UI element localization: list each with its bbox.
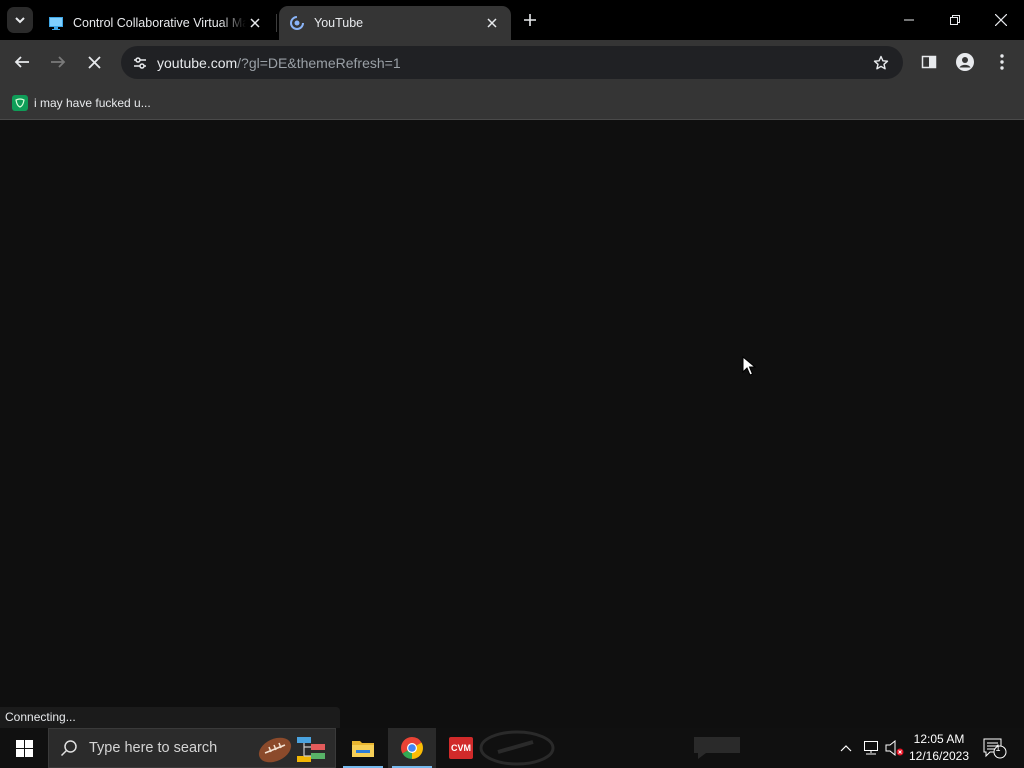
bookmark-label: i may have fucked u...: [34, 96, 151, 110]
more-vertical-icon: [1000, 54, 1004, 70]
loading-spinner-icon: [289, 15, 305, 31]
close-icon: [87, 55, 101, 69]
bookmark-favicon-icon: [12, 95, 28, 111]
back-button[interactable]: [8, 48, 36, 76]
close-tab-icon[interactable]: [483, 14, 501, 32]
screen: Control Collaborative Virtual Machine Yo…: [0, 0, 1024, 768]
volume-button[interactable]: [884, 728, 906, 768]
tab-title: YouTube: [314, 16, 364, 30]
taskbar-clock[interactable]: 12:05 AM 12/16/2023: [905, 731, 973, 765]
windows-logo-icon: [15, 739, 33, 757]
site-info-icon[interactable]: [125, 55, 155, 71]
chevron-up-icon: [840, 745, 852, 752]
taskbar: Type here to search CVM 12:05 AM 12/16/2…: [0, 728, 1024, 768]
notifications-button[interactable]: 1: [980, 728, 1010, 768]
clock-time: 12:05 AM: [913, 732, 965, 746]
search-icon: [49, 739, 89, 757]
address-bar[interactable]: youtube.com/?gl=DE&themeRefresh=1: [121, 46, 903, 79]
page-content: [0, 121, 1024, 728]
plus-icon: [524, 14, 536, 26]
forward-button[interactable]: [44, 48, 72, 76]
clock-date: 12/16/2023: [908, 749, 970, 763]
side-panel-icon: [921, 55, 937, 69]
chevron-down-icon: [15, 17, 25, 24]
arrow-left-icon: [14, 56, 29, 68]
taskbar-chat-icon: [694, 737, 740, 759]
arrow-right-icon: [51, 56, 66, 68]
volume-muted-icon: [885, 740, 904, 756]
close-tab-icon[interactable]: [246, 14, 264, 32]
minimize-icon: [904, 19, 914, 21]
taskbar-ghost-app-icon: [479, 730, 555, 766]
monitor-icon: [48, 15, 64, 31]
network-button[interactable]: [860, 728, 882, 768]
url-text: youtube.com/?gl=DE&themeRefresh=1: [157, 55, 401, 71]
tab-separator: [276, 14, 277, 32]
url-path: /?gl=DE&themeRefresh=1: [237, 54, 401, 71]
browser-toolbar: youtube.com/?gl=DE&themeRefresh=1: [0, 40, 1024, 85]
status-bubble: Connecting...: [0, 707, 340, 728]
restore-icon: [950, 15, 960, 25]
bookmarks-bar: i may have fucked u...: [0, 85, 1024, 120]
bookmark-star-icon[interactable]: [871, 53, 891, 73]
restore-button[interactable]: [932, 0, 978, 40]
search-placeholder: Type here to search: [89, 740, 218, 756]
collabvm-icon: CVM: [449, 737, 473, 759]
close-icon: [995, 14, 1007, 26]
bookmark-item[interactable]: i may have fucked u...: [8, 91, 155, 115]
tab-search-button[interactable]: [7, 7, 33, 33]
side-panel-button[interactable]: [915, 48, 943, 76]
menu-button[interactable]: [988, 48, 1016, 76]
file-explorer-icon: [352, 741, 374, 757]
taskbar-chrome[interactable]: [388, 728, 436, 768]
mouse-cursor-icon: [742, 356, 756, 376]
taskbar-search[interactable]: Type here to search: [48, 728, 336, 768]
new-tab-button[interactable]: [518, 8, 542, 32]
tab-title: Control Collaborative Virtual Machine: [73, 16, 246, 30]
svg-text:CVM: CVM: [451, 743, 471, 753]
tab-strip: Control Collaborative Virtual Machine Yo…: [0, 0, 1024, 40]
stop-loading-button[interactable]: [80, 48, 108, 76]
profile-icon: [956, 53, 974, 71]
taskbar-file-explorer[interactable]: [339, 728, 387, 768]
minimize-button[interactable]: [886, 0, 932, 40]
tab-collabvm[interactable]: Control Collaborative Virtual Machine: [38, 6, 274, 40]
chrome-icon: [401, 737, 423, 759]
url-host: youtube.com: [157, 54, 238, 71]
search-highlight-icon: [258, 737, 325, 763]
network-icon: [864, 741, 878, 755]
notification-count: 1: [995, 743, 1001, 753]
profile-button[interactable]: [951, 48, 979, 76]
close-window-button[interactable]: [978, 0, 1024, 40]
show-hidden-icons-button[interactable]: [836, 728, 856, 768]
start-button[interactable]: [0, 728, 48, 768]
tab-youtube[interactable]: YouTube: [279, 6, 511, 40]
